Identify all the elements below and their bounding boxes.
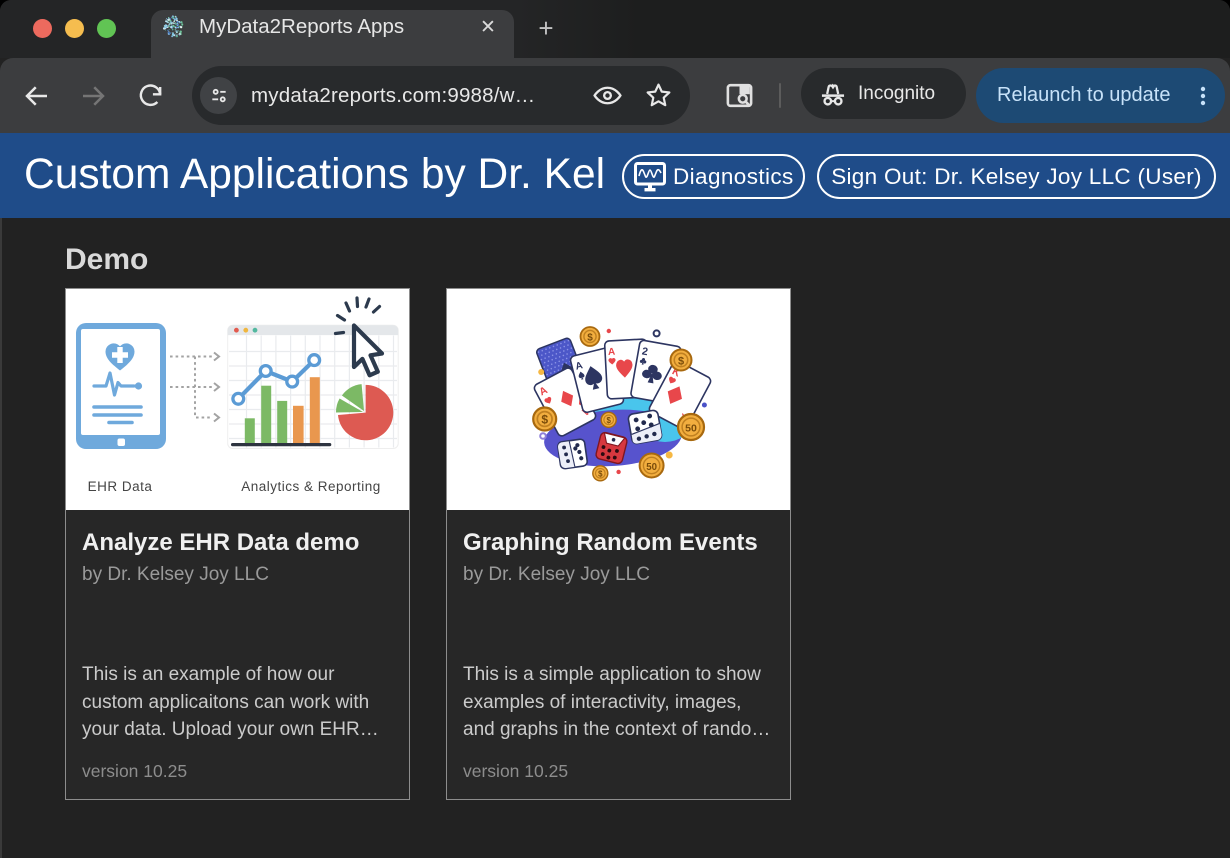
svg-text:Analytics & Reporting: Analytics & Reporting — [241, 479, 381, 494]
svg-text:A: A — [608, 347, 616, 358]
svg-text:EHR Data: EHR Data — [88, 479, 153, 494]
